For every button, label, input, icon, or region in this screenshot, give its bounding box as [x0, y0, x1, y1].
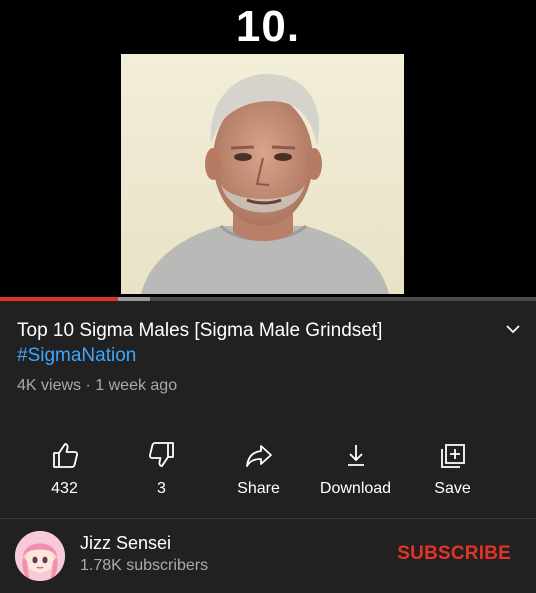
save-button[interactable]: Save	[404, 422, 501, 518]
channel-avatar-image	[15, 531, 65, 581]
upload-age: 1 week ago	[95, 377, 178, 394]
subscribe-button[interactable]: SUBSCRIBE	[397, 543, 511, 565]
save-label: Save	[434, 480, 471, 497]
channel-row: Jizz Sensei 1.78K subscribers SUBSCRIBE	[0, 519, 536, 593]
dislike-count: 3	[157, 480, 166, 497]
download-button[interactable]: Download	[307, 422, 404, 518]
share-icon	[245, 445, 272, 467]
channel-name[interactable]: Jizz Sensei	[80, 533, 171, 554]
portrait-image	[121, 54, 404, 294]
meta-separator: ·	[85, 377, 91, 394]
video-hashtag[interactable]: #SigmaNation	[17, 343, 519, 368]
video-player[interactable]: 10.	[0, 0, 536, 301]
save-playlist-icon	[440, 444, 465, 468]
view-count: 4K views	[17, 377, 82, 394]
chevron-down-icon[interactable]	[504, 320, 522, 338]
dislike-icon	[148, 442, 174, 467]
action-bar: 432 3 Share Download Save	[0, 422, 536, 519]
download-icon	[347, 445, 364, 466]
video-frame-portrait	[121, 54, 404, 294]
video-title[interactable]: Top 10 Sigma Males [Sigma Male Grindset]	[17, 318, 487, 343]
video-overlay-number: 10.	[235, 2, 301, 51]
like-icon	[52, 443, 78, 468]
share-button[interactable]: Share	[210, 422, 307, 518]
share-label: Share	[237, 480, 280, 497]
avatar[interactable]	[15, 531, 65, 581]
like-button[interactable]: 432	[16, 422, 113, 518]
video-info: Top 10 Sigma Males [Sigma Male Grindset]…	[0, 300, 536, 422]
download-label: Download	[319, 480, 392, 497]
subscriber-count: 1.78K subscribers	[80, 557, 209, 574]
like-count: 432	[51, 480, 78, 497]
video-meta: 4K views · 1 week ago	[17, 377, 519, 395]
dislike-button[interactable]: 3	[113, 422, 210, 518]
